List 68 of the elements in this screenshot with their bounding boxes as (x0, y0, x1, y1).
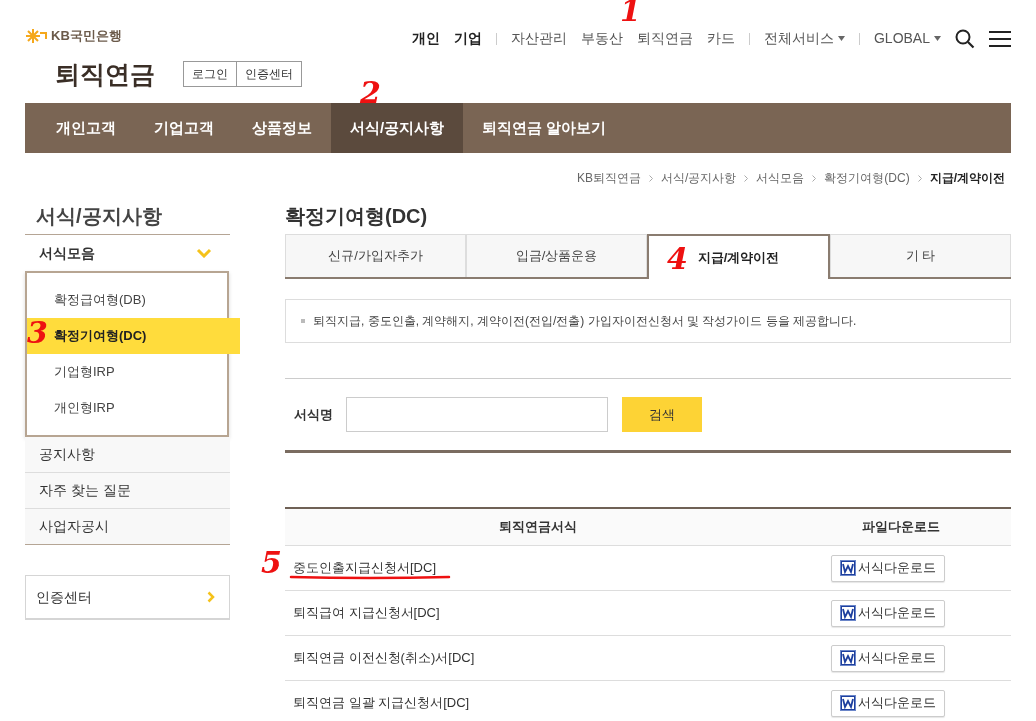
document-icon (840, 650, 856, 666)
form-name-cell: 중도인출지급신청서[DC] (293, 560, 436, 576)
search-icon[interactable] (955, 28, 975, 49)
description-text: 퇴직지급, 중도인출, 계약해지, 계약이전(전입/전출) 가입자이전신청서 및 작성가이드 등을 제공합니다. (313, 313, 857, 330)
main-nav-item[interactable]: 상품정보 (233, 103, 331, 153)
main-nav-item[interactable]: 개인고객 (37, 103, 135, 153)
search-button[interactable]: 검색 (622, 397, 702, 432)
submenu-item[interactable]: 기업형IRP (27, 354, 227, 390)
sidebar-menu-item[interactable]: 사업자공시 (25, 509, 230, 545)
download-button[interactable]: 서식다운로드 (831, 554, 945, 582)
column-header: 파일다운로드 (861, 518, 941, 537)
search-label: 서식명 (294, 405, 334, 424)
annotation-number: 3 (27, 318, 48, 348)
cert-center-link[interactable]: 인증센터 (25, 575, 230, 620)
form-name-cell: 퇴직연금 일괄 지급신청서[DC] (293, 695, 470, 711)
auth-button[interactable]: 인증센터 (237, 61, 302, 88)
bullet-icon (301, 319, 305, 323)
top-nav-link[interactable]: 개인 (411, 28, 440, 49)
site-title[interactable]: 퇴직연금 (55, 55, 155, 93)
download-button[interactable]: 서식다운로드 (831, 644, 945, 672)
chevron-icon (207, 591, 215, 603)
global-menu[interactable]: GLOBAL (873, 28, 941, 49)
tab[interactable]: 입금/상품운용 (466, 234, 647, 277)
chevron-icon (744, 174, 749, 182)
sidebar-menu-item[interactable]: 공지사항 (25, 437, 230, 473)
top-nav-link[interactable]: 자산관리 (510, 28, 567, 49)
tab[interactable]: 신규/가입자추가 (285, 234, 466, 277)
all-services-menu[interactable]: 전체서비스 (763, 28, 845, 49)
top-nav-link[interactable]: 기업 (453, 28, 482, 49)
annotation-number: 5 (261, 548, 282, 578)
sidebar-menu-item[interactable]: 서식모음 (25, 235, 230, 271)
tab[interactable]: 기 타 (830, 234, 1011, 277)
sidebar-title: 서식/공지사항 (35, 204, 163, 229)
main-nav-item[interactable]: 서식/공지사항 (331, 103, 464, 153)
document-icon (840, 560, 856, 576)
download-button[interactable]: 서식다운로드 (831, 689, 945, 717)
bank-logo[interactable]: KB국민은행 (51, 26, 122, 46)
star-logo-icon (25, 27, 47, 44)
top-nav-link[interactable]: 퇴직연금 (636, 28, 693, 49)
submenu-item[interactable]: 확정급여형(DB) (27, 282, 227, 318)
document-icon (840, 695, 856, 711)
breadcrumb-link[interactable]: 서식모음 (756, 169, 805, 187)
breadcrumb-link[interactable]: 확정기여형(DC) (824, 169, 910, 187)
menu-icon[interactable] (989, 29, 1011, 48)
annotation-number: 4 (667, 244, 688, 274)
page-title: 확정기여형(DC) (285, 204, 429, 229)
form-name-cell: 퇴직급여 지급신청서[DC] (293, 605, 440, 621)
chevron-icon (196, 248, 212, 258)
breadcrumb-link[interactable]: KB퇴직연금 (576, 169, 641, 187)
caret-icon (837, 36, 845, 41)
top-nav-link[interactable]: 부동산 (580, 28, 623, 49)
form-name-field[interactable] (346, 397, 608, 432)
download-button[interactable]: 서식다운로드 (831, 599, 945, 627)
form-name-cell: 퇴직연금 이전신청(취소)서[DC] (293, 650, 475, 666)
caret-icon (934, 36, 941, 41)
auth-button[interactable]: 로그인 (183, 61, 237, 88)
chevron-icon (917, 174, 922, 182)
main-nav-item[interactable]: 기업고객 (135, 103, 233, 153)
breadcrumb-link[interactable]: 서식/공지사항 (661, 169, 737, 187)
chevron-icon (649, 174, 653, 182)
document-icon (840, 605, 856, 621)
main-nav-item[interactable]: 퇴직연금 알아보기 (463, 103, 626, 153)
breadcrumb-link[interactable]: 지급/계약이전 (929, 169, 1005, 187)
chevron-icon (812, 174, 817, 182)
column-header: 퇴직연금서식 (498, 518, 578, 537)
top-nav-link[interactable]: 카드 (706, 28, 735, 49)
submenu-item[interactable]: 개인형IRP (27, 390, 227, 426)
sidebar-menu-item[interactable]: 자주 찾는 질문 (25, 473, 230, 509)
